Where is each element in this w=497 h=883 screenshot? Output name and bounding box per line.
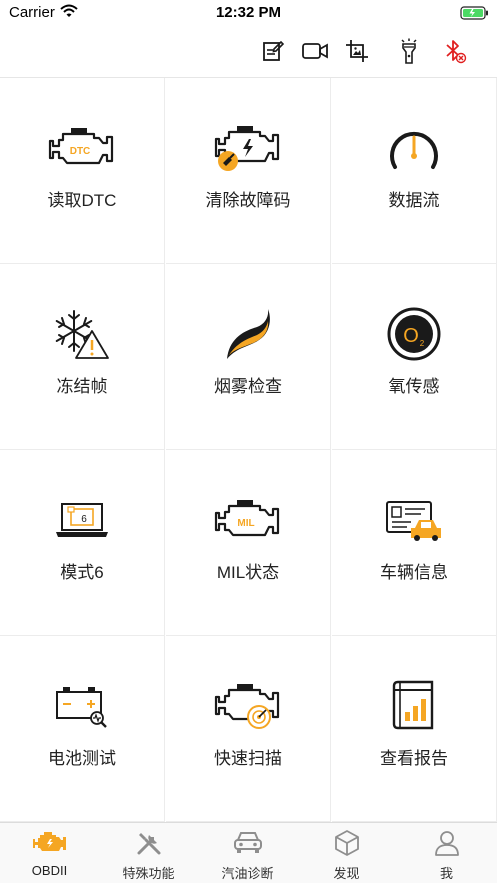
cube-tab-icon — [334, 830, 359, 856]
flashlight-button[interactable] — [394, 36, 424, 66]
engine-mil-icon: MIL — [214, 500, 280, 537]
gauge-icon — [390, 131, 438, 169]
smoke-check-label: 烟雾检查 — [214, 377, 282, 396]
mode6-badge: 6 — [81, 514, 87, 525]
quick-scan-tile[interactable]: 快速扫描 — [166, 636, 331, 822]
screenshot-button[interactable] — [342, 36, 372, 66]
tab-obdii[interactable]: OBDII — [0, 823, 99, 883]
engine-tab-icon — [32, 832, 66, 851]
laptop-mode6-icon: 6 — [56, 503, 108, 537]
smoke-icon — [227, 309, 270, 359]
report-book-icon — [392, 680, 434, 730]
tab-special-functions-label: 特殊功能 — [122, 866, 175, 881]
edit-note-button[interactable] — [258, 36, 288, 66]
mode6-label: 模式6 — [60, 563, 104, 582]
tab-bar: OBDII 特殊功能 汽油诊断 发现 我 — [0, 822, 497, 883]
bluetooth-disconnected-icon — [446, 40, 467, 64]
video-camera-icon — [302, 43, 328, 59]
o2-sensor-label: 氧传感 — [388, 377, 440, 396]
data-stream-label: 数据流 — [388, 191, 440, 210]
battery-test-tile[interactable]: 电池测试 — [0, 636, 165, 822]
battery-test-label: 电池测试 — [48, 749, 116, 768]
o2-badge: O — [403, 325, 419, 347]
tab-me-label: 我 — [439, 866, 453, 881]
smoke-check-tile[interactable]: 烟雾检查 — [166, 264, 331, 450]
clear-dtc-tile[interactable]: 清除故障码 — [166, 78, 331, 264]
mil-status-label: MIL状态 — [216, 563, 280, 582]
flashlight-icon — [401, 38, 417, 64]
tab-gas-diagnosis[interactable]: 汽油诊断 — [198, 823, 297, 883]
tab-me[interactable]: 我 — [396, 823, 497, 883]
mil-status-tile[interactable]: MIL MIL状态 — [166, 450, 331, 636]
engine-dtc-icon: DTC — [48, 128, 114, 165]
person-tab-icon — [434, 831, 459, 856]
freeze-frame-tile[interactable]: 冻结帧 — [0, 264, 165, 450]
view-report-tile[interactable]: 查看报告 — [332, 636, 497, 822]
tools-tab-icon — [137, 833, 160, 855]
battery-icon — [460, 6, 490, 25]
top-toolbar — [0, 26, 497, 78]
clear-dtc-label: 清除故障码 — [205, 191, 291, 210]
status-time: 12:32 PM — [215, 4, 282, 21]
function-grid: DTC 读取DTC 清除故障码 数据流 冻结帧 烟雾检查 O 2 氧传感 6 模… — [0, 78, 497, 822]
mode6-tile[interactable]: 6 模式6 — [0, 450, 165, 636]
vehicle-info-label: 车辆信息 — [380, 563, 448, 582]
dtc-badge: DTC — [70, 146, 91, 157]
mil-badge: MIL — [237, 518, 254, 529]
data-stream-tile[interactable]: 数据流 — [332, 78, 497, 264]
tab-discover[interactable]: 发现 — [297, 823, 396, 883]
engine-quick-scan-icon — [214, 684, 280, 729]
video-record-button[interactable] — [299, 36, 331, 66]
read-dtc-tile[interactable]: DTC 读取DTC — [0, 78, 165, 264]
svg-text:2: 2 — [420, 339, 425, 348]
tab-gas-diagnosis-label: 汽油诊断 — [221, 866, 274, 881]
car-tab-icon — [233, 832, 262, 853]
vehicle-info-icon — [386, 501, 441, 541]
vehicle-info-tile[interactable]: 车辆信息 — [332, 450, 497, 636]
tab-obdii-label: OBDII — [31, 863, 68, 878]
engine-clear-icon — [214, 126, 280, 171]
o2-sensor-icon: O 2 — [387, 307, 441, 361]
quick-scan-label: 快速扫描 — [214, 749, 282, 768]
bluetooth-button[interactable] — [440, 36, 470, 66]
snowflake-warning-icon — [55, 310, 109, 359]
freeze-frame-label: 冻结帧 — [56, 377, 108, 396]
battery-test-icon — [56, 687, 107, 728]
status-bar: Carrier 12:32 PM — [0, 0, 497, 26]
tab-special-functions[interactable]: 特殊功能 — [99, 823, 198, 883]
edit-note-icon — [263, 40, 285, 61]
crop-image-icon — [346, 40, 368, 62]
read-dtc-label: 读取DTC — [47, 191, 117, 210]
tab-discover-label: 发现 — [333, 866, 360, 881]
view-report-label: 查看报告 — [380, 749, 448, 768]
o2-sensor-tile[interactable]: O 2 氧传感 — [332, 264, 497, 450]
